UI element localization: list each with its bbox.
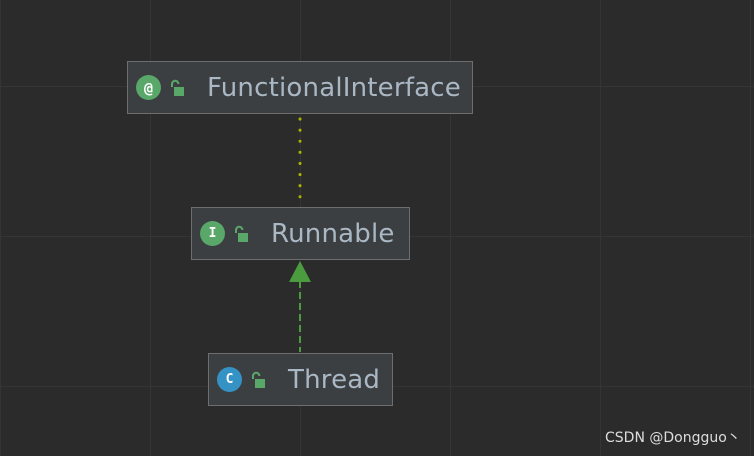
node-runnable[interactable]: I Runnable <box>191 207 410 260</box>
uml-diagram-canvas: @ FunctionalInterface I Runnable C Threa <box>0 0 754 456</box>
public-lock-icon <box>233 225 249 243</box>
watermark: CSDN @Dongguo丶 <box>605 430 741 446</box>
interface-icon: I <box>200 221 225 246</box>
annotation-icon: @ <box>136 75 161 100</box>
node-name: Thread <box>288 364 381 395</box>
node-functional-interface[interactable]: @ FunctionalInterface <box>127 61 473 114</box>
node-name: FunctionalInterface <box>207 72 461 103</box>
node-thread[interactable]: C Thread <box>208 353 393 406</box>
public-lock-icon <box>250 371 266 389</box>
node-name: Runnable <box>271 218 395 249</box>
implements-arrowhead <box>289 261 311 282</box>
public-lock-icon <box>169 79 185 97</box>
class-icon: C <box>217 367 242 392</box>
